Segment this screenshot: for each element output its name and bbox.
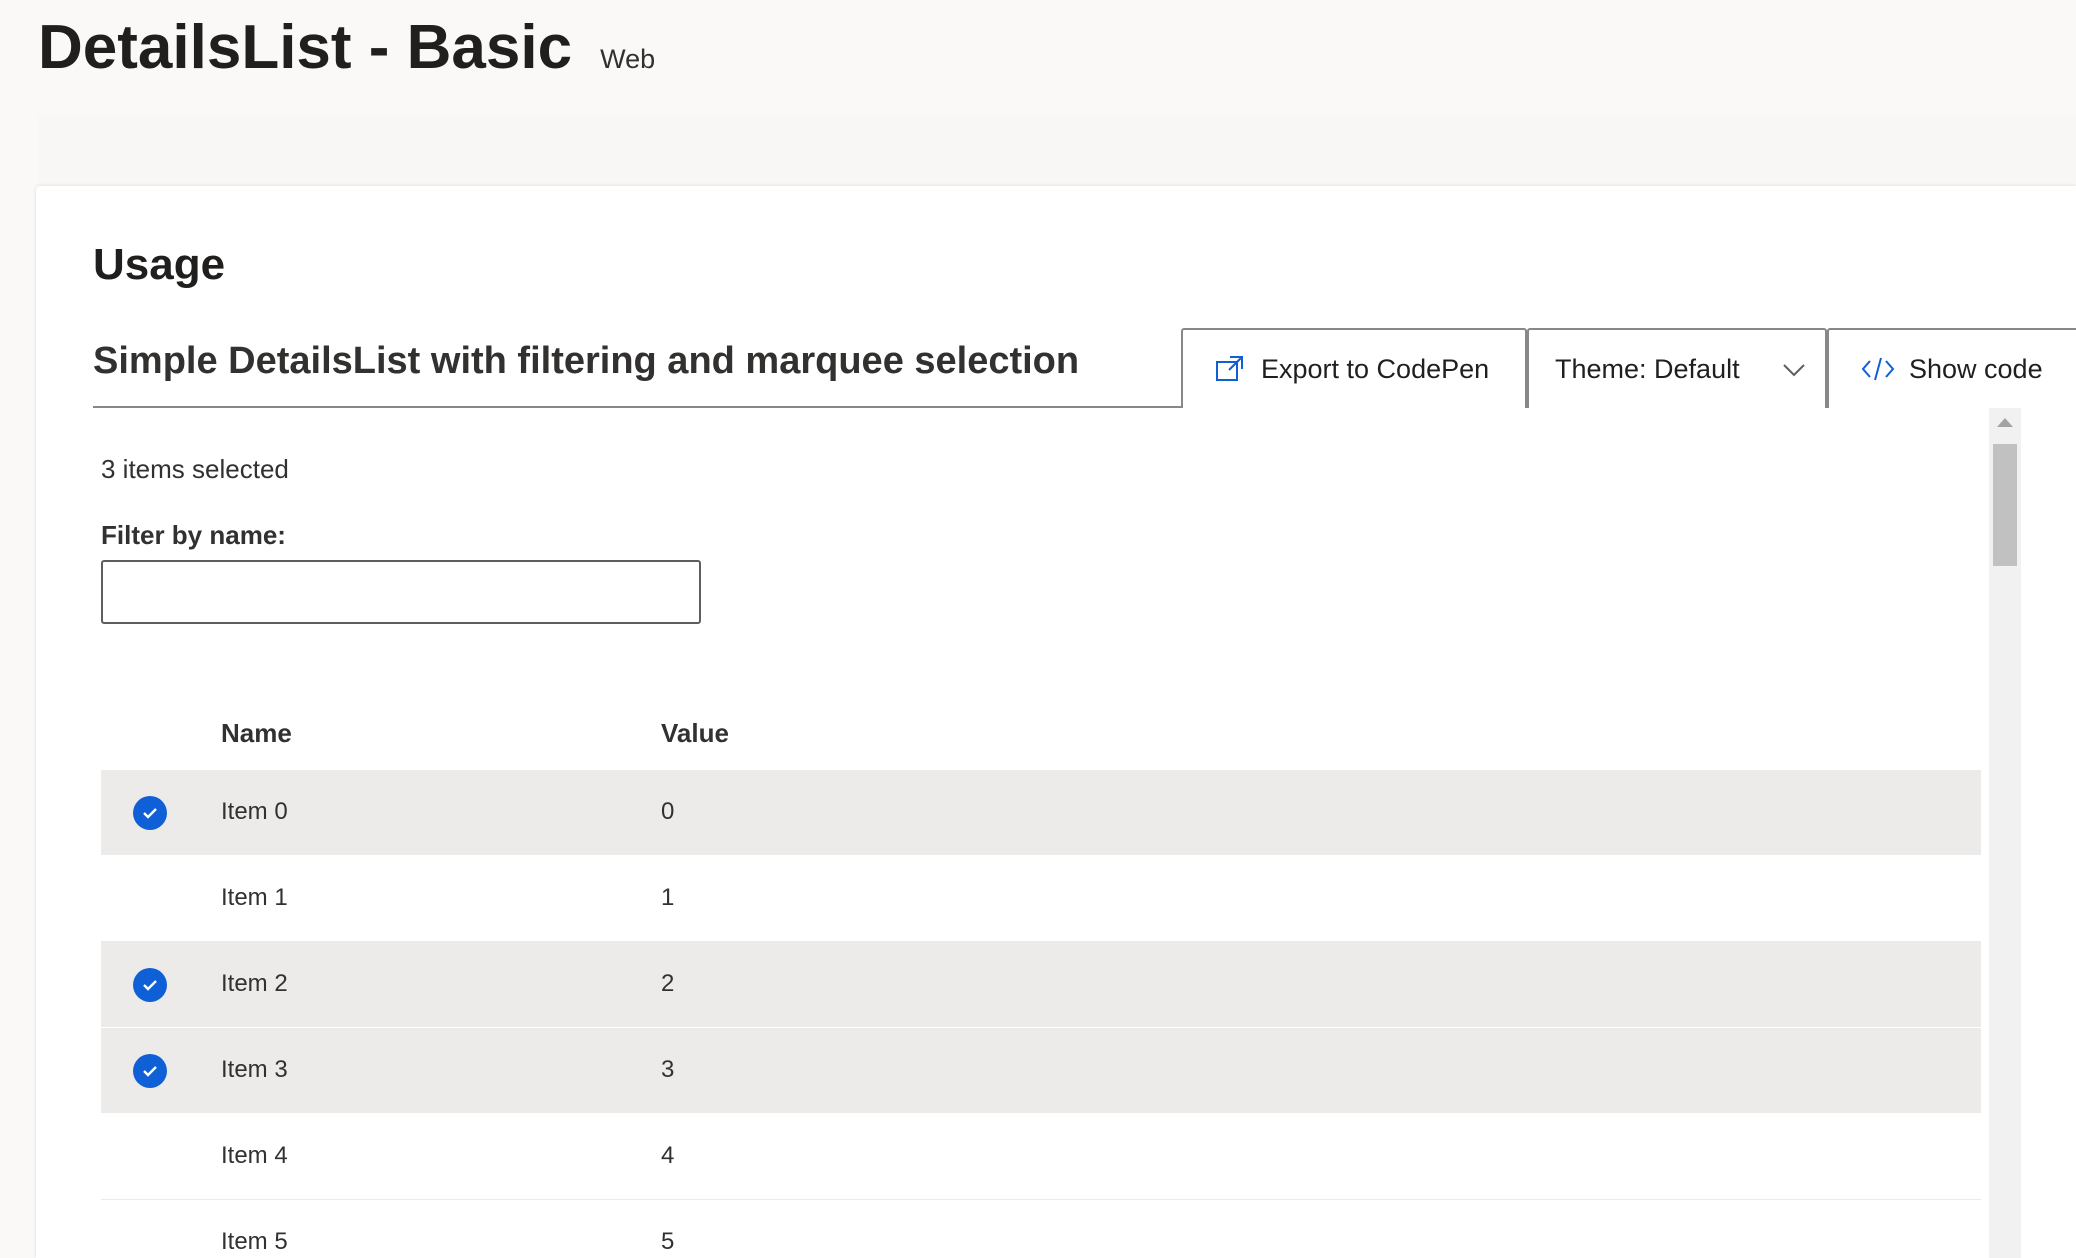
check-circle-icon[interactable]	[133, 1054, 167, 1088]
column-header-name[interactable]: Name	[221, 718, 292, 749]
check-circle-icon[interactable]	[133, 968, 167, 1002]
scroll-up-arrow-icon[interactable]	[1997, 418, 2013, 427]
cell-value: 3	[661, 1056, 675, 1083]
show-code-button[interactable]: Show code	[1827, 328, 2076, 408]
theme-dropdown[interactable]: Theme: Default	[1527, 328, 1827, 408]
usage-title: Usage	[93, 240, 226, 289]
header-band	[38, 115, 2076, 185]
cell-value: 5	[661, 1228, 675, 1255]
cell-name: Item 0	[221, 798, 288, 825]
chevron-down-icon	[1779, 354, 1809, 384]
example-toolbar: Export to CodePen Theme: Default Show co…	[1181, 328, 2076, 408]
show-code-label: Show code	[1909, 353, 2043, 384]
cell-value: 2	[661, 970, 675, 997]
code-icon	[1861, 352, 1895, 386]
filter-input[interactable]	[101, 560, 701, 624]
table-row[interactable]: Item 0 0	[101, 770, 1981, 856]
column-header-value[interactable]: Value	[661, 718, 729, 749]
table-row[interactable]: Item 4 4	[101, 1114, 1981, 1200]
example-header: Simple DetailsList with filtering and ma…	[93, 328, 2076, 408]
open-in-new-window-icon	[1213, 352, 1247, 386]
cell-name: Item 2	[221, 970, 288, 997]
vertical-scrollbar[interactable]	[1989, 408, 2021, 1258]
table-row[interactable]: Item 3 3	[101, 1028, 1981, 1114]
cell-name: Item 3	[221, 1056, 288, 1083]
cell-value: 4	[661, 1142, 675, 1169]
scrollbar-thumb[interactable]	[1993, 444, 2017, 566]
example-body: 3 items selected Filter by name: Name Va…	[93, 408, 2021, 1258]
cell-value: 0	[661, 798, 675, 825]
filter-label: Filter by name:	[101, 520, 286, 550]
export-to-codepen-label: Export to CodePen	[1261, 353, 1490, 384]
page-title: DetailsList - Basic	[38, 13, 573, 82]
cell-name: Item 5	[221, 1228, 288, 1255]
table-row[interactable]: Item 1 1	[101, 856, 1981, 942]
details-list: Name Value Item 0 0 Item 1 1 Item 2 2 It…	[101, 678, 1981, 1258]
selection-status: 3 items selected	[101, 454, 289, 484]
theme-dropdown-label: Theme: Default	[1555, 353, 1740, 384]
cell-value: 1	[661, 884, 675, 911]
usage-card: Usage Simple DetailsList with filtering …	[36, 186, 2076, 1258]
cell-name: Item 1	[221, 884, 288, 911]
list-header: Name Value	[101, 678, 1981, 770]
table-row[interactable]: Item 2 2	[101, 942, 1981, 1028]
page: DetailsList - Basic Web Usage Simple Det…	[0, 0, 2076, 1258]
check-circle-icon[interactable]	[133, 796, 167, 830]
cell-name: Item 4	[221, 1142, 288, 1169]
export-to-codepen-button[interactable]: Export to CodePen	[1181, 328, 1527, 408]
table-row[interactable]: Item 5 5	[101, 1200, 1981, 1258]
example-title: Simple DetailsList with filtering and ma…	[93, 340, 1080, 382]
platform-tag: Web	[600, 44, 656, 74]
page-header: DetailsList - Basic Web	[38, 12, 655, 102]
